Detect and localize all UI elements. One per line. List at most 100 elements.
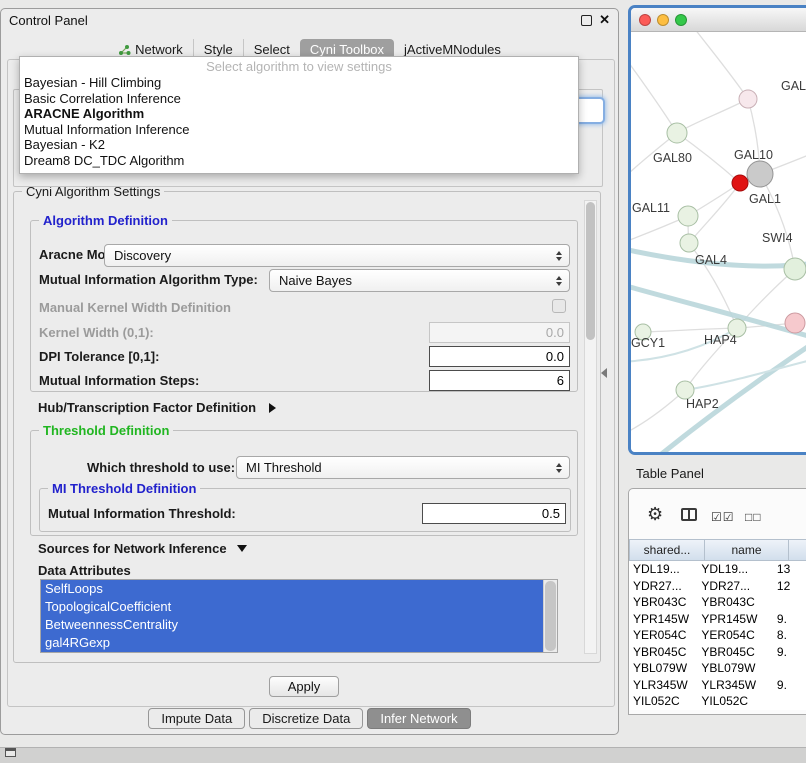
table-cell: YBL079W bbox=[629, 660, 697, 677]
table-row[interactable]: YBR043CYBR043C bbox=[629, 594, 806, 611]
bottom-tab-discretize-data[interactable]: Discretize Data bbox=[249, 708, 363, 729]
float-panel-icon[interactable] bbox=[581, 15, 592, 26]
algorithm-dropdown-prompt: Select algorithm to view settings bbox=[20, 59, 578, 75]
attribute-item-betweennesscentrality[interactable]: BetweennessCentrality bbox=[41, 616, 544, 634]
mi-type-combobox[interactable]: Naive Bayes bbox=[269, 269, 570, 292]
select-all-checkboxes-icon[interactable]: ☑☑ bbox=[711, 510, 735, 524]
table-row[interactable]: YPR145WYPR145W9. bbox=[629, 611, 806, 628]
table-cell: YER054C bbox=[697, 627, 773, 644]
attributes-scrollbar-thumb[interactable] bbox=[545, 581, 556, 651]
mi-type-label: Mutual Information Algorithm Type: bbox=[39, 272, 258, 287]
algorithm-option-aracne-algorithm[interactable]: ARACNE Algorithm bbox=[20, 106, 578, 122]
mi-threshold-field[interactable]: 0.5 bbox=[422, 503, 566, 524]
table-cell: YER054C bbox=[629, 627, 697, 644]
table-cell bbox=[773, 693, 806, 710]
table-cell: YDL19... bbox=[629, 561, 697, 578]
table-cell: YBR043C bbox=[629, 594, 697, 611]
algorithm-option-bayesian-k2[interactable]: Bayesian - K2 bbox=[20, 137, 578, 153]
table-row[interactable]: YIL052CYIL052C bbox=[629, 693, 806, 710]
table-body: YDL19...YDL19...13YDR27...YDR27...12YBR0… bbox=[629, 561, 806, 710]
table-row[interactable]: YBL079WYBL079W bbox=[629, 660, 806, 677]
network-edge bbox=[691, 32, 748, 99]
algorithm-option-dream8-dc-tdc-algorithm[interactable]: Dream8 DC_TDC Algorithm bbox=[20, 153, 578, 169]
algorithm-definition-group: Algorithm Definition Aracne Mode: Discov… bbox=[30, 220, 578, 392]
network-view-window[interactable]: GAL8GAL80GAL10GAL1GAL11SWI4GAL4GCY1HAP4H… bbox=[628, 5, 806, 455]
algorithm-definition-title: Algorithm Definition bbox=[39, 213, 172, 228]
sources-toggle[interactable]: Sources for Network Inference bbox=[38, 541, 247, 556]
node-label-gal11: GAL11 bbox=[632, 201, 670, 215]
table-cell: YIL052C bbox=[629, 693, 697, 710]
zoom-window-icon[interactable] bbox=[675, 14, 687, 26]
attributes-scrollbar[interactable] bbox=[543, 580, 557, 652]
table-column-header[interactable]: name bbox=[705, 539, 789, 561]
table-row[interactable]: YDR27...YDR27...12 bbox=[629, 578, 806, 595]
mi-steps-value: 6 bbox=[557, 373, 564, 388]
network-node[interactable] bbox=[739, 90, 757, 108]
bottom-tab-infer-network[interactable]: Infer Network bbox=[367, 708, 470, 729]
node-label-hap4: HAP4 bbox=[704, 333, 737, 347]
apply-button[interactable]: Apply bbox=[269, 676, 339, 697]
data-attributes-list[interactable]: SelfLoopsTopologicalCoefficientBetweenne… bbox=[40, 579, 558, 653]
manual-kernel-checkbox[interactable] bbox=[552, 299, 566, 313]
kernel-width-label: Kernel Width (0,1): bbox=[39, 325, 154, 340]
hub-definition-toggle[interactable]: Hub/Transcription Factor Definition bbox=[38, 400, 276, 415]
network-canvas[interactable]: GAL8GAL80GAL10GAL1GAL11SWI4GAL4GCY1HAP4H… bbox=[631, 32, 806, 452]
panel-divider-handle[interactable] bbox=[601, 368, 607, 378]
algorithm-option-mutual-information-inference[interactable]: Mutual Information Inference bbox=[20, 122, 578, 138]
tab-label: Select bbox=[254, 42, 290, 57]
restore-window-icon[interactable] bbox=[5, 748, 16, 757]
threshold-definition-title: Threshold Definition bbox=[39, 423, 173, 438]
table-row[interactable]: YER054CYER054C8. bbox=[629, 627, 806, 644]
minimize-window-icon[interactable] bbox=[657, 14, 669, 26]
node-label-swi4: SWI4 bbox=[762, 231, 793, 245]
table-cell: YPR145W bbox=[697, 611, 773, 628]
close-window-icon[interactable] bbox=[639, 14, 651, 26]
attribute-item-topologicalcoefficient[interactable]: TopologicalCoefficient bbox=[41, 598, 544, 616]
network-node-gal1[interactable] bbox=[732, 175, 748, 191]
attribute-item-gal4rgexp[interactable]: gal4RGexp bbox=[41, 634, 544, 652]
close-panel-icon[interactable]: ✕ bbox=[599, 14, 610, 26]
node-label-gal4: GAL4 bbox=[695, 253, 727, 267]
settings-scrollbar-thumb[interactable] bbox=[586, 202, 595, 340]
algorithm-option-bayesian-hill-climbing[interactable]: Bayesian - Hill Climbing bbox=[20, 75, 578, 91]
dpi-tolerance-value: 0.0 bbox=[546, 349, 564, 364]
network-node-gal4[interactable] bbox=[680, 234, 698, 252]
mi-threshold-value: 0.5 bbox=[542, 506, 560, 521]
mi-steps-field[interactable]: 6 bbox=[429, 370, 570, 391]
network-node-gal80[interactable] bbox=[667, 123, 687, 143]
table-column-header[interactable] bbox=[789, 539, 806, 561]
tab-label: jActiveMNodules bbox=[404, 42, 501, 57]
mi-threshold-definition-group: MI Threshold Definition Mutual Informati… bbox=[39, 488, 571, 532]
mi-threshold-label: Mutual Information Threshold: bbox=[48, 506, 236, 521]
network-node-gal10[interactable] bbox=[747, 161, 773, 187]
table-row[interactable]: YDL19...YDL19...13 bbox=[629, 561, 806, 578]
threshold-definition-group: Threshold Definition Which threshold to … bbox=[30, 430, 578, 536]
table-cell: 9. bbox=[773, 677, 806, 694]
aracne-mode-value: Discovery bbox=[114, 248, 171, 263]
table-cell: 9. bbox=[773, 644, 806, 661]
dpi-tolerance-field[interactable]: 0.0 bbox=[429, 346, 570, 367]
aracne-mode-combobox[interactable]: Discovery bbox=[104, 244, 570, 267]
network-node[interactable] bbox=[785, 313, 805, 333]
data-attributes-label: Data Attributes bbox=[38, 563, 131, 578]
network-node-gal11[interactable] bbox=[678, 206, 698, 226]
attribute-item-selfloops[interactable]: SelfLoops bbox=[41, 580, 544, 598]
control-panel-title: Control Panel bbox=[9, 13, 88, 28]
algorithm-option-basic-correlation-inference[interactable]: Basic Correlation Inference bbox=[20, 91, 578, 107]
bottom-taskbar bbox=[0, 747, 806, 763]
which-threshold-combobox[interactable]: MI Threshold bbox=[236, 456, 570, 479]
table-settings-gear-icon[interactable]: ⚙ bbox=[647, 505, 663, 523]
clear-all-checkboxes-icon[interactable]: □□ bbox=[745, 510, 762, 524]
network-edge bbox=[631, 390, 685, 436]
manual-kernel-label: Manual Kernel Width Definition bbox=[39, 300, 231, 315]
control-panel-window: Control Panel ✕ NetworkStyleSelectCyni T… bbox=[0, 8, 619, 735]
table-row[interactable]: YLR345WYLR345W9. bbox=[629, 677, 806, 694]
table-row[interactable]: YBR045CYBR045C9. bbox=[629, 644, 806, 661]
column-chooser-icon[interactable] bbox=[681, 508, 697, 521]
network-node-swi4[interactable] bbox=[784, 258, 806, 280]
settings-scrollbar[interactable] bbox=[584, 200, 597, 654]
bottom-tab-impute-data[interactable]: Impute Data bbox=[148, 708, 245, 729]
table-column-header[interactable]: shared... bbox=[629, 539, 705, 561]
node-label-gcy1: GCY1 bbox=[631, 336, 665, 350]
hub-definition-label: Hub/Transcription Factor Definition bbox=[38, 400, 256, 415]
